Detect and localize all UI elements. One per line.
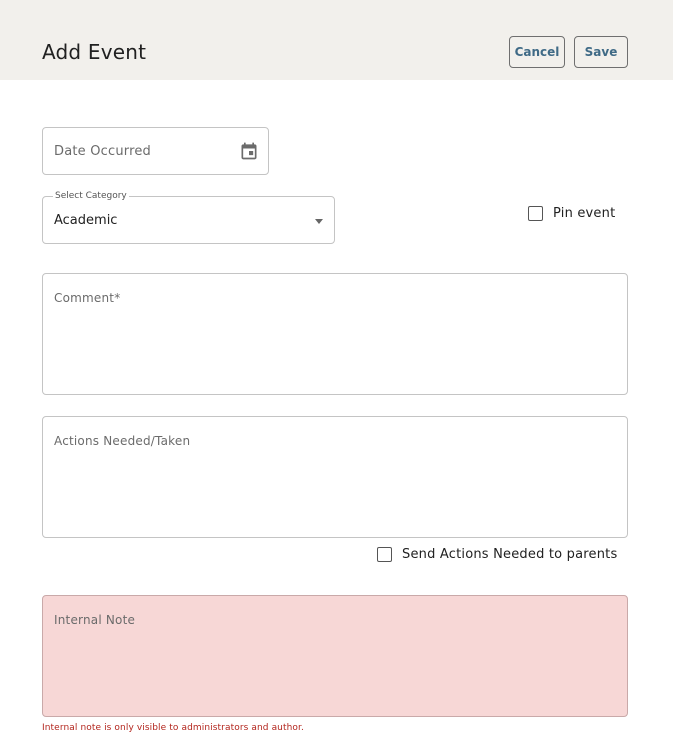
send-to-parents-label: Send Actions Needed to parents — [402, 547, 618, 562]
send-to-parents-checkbox[interactable] — [377, 547, 392, 562]
category-select[interactable]: Select Category Academic — [42, 191, 335, 244]
comment-label: Comment* — [54, 291, 121, 305]
save-button[interactable]: Save — [574, 36, 628, 68]
date-occurred-placeholder: Date Occurred — [54, 144, 151, 159]
internal-note-textarea[interactable]: Internal Note — [42, 595, 628, 717]
dropdown-arrow-icon[interactable] — [315, 219, 323, 224]
actions-textarea[interactable]: Actions Needed/Taken — [42, 416, 628, 538]
send-to-parents-checkbox-row: Send Actions Needed to parents — [377, 547, 617, 562]
internal-note-label: Internal Note — [54, 613, 136, 627]
pin-event-label: Pin event — [553, 206, 616, 221]
comment-textarea[interactable]: Comment* — [42, 273, 628, 395]
category-selected-value: Academic — [54, 213, 118, 228]
add-event-dialog: Add Event Cancel Save Date Occurred Sele… — [0, 0, 673, 744]
calendar-icon[interactable] — [239, 141, 259, 161]
category-select-label: Select Category — [53, 191, 129, 202]
date-occurred-field[interactable]: Date Occurred — [42, 127, 269, 175]
page-title: Add Event — [42, 40, 147, 64]
actions-label: Actions Needed/Taken — [54, 434, 191, 448]
pin-event-checkbox-row: Pin event — [528, 206, 615, 221]
cancel-button[interactable]: Cancel — [509, 36, 565, 68]
internal-note-helper-text: Internal note is only visible to adminis… — [42, 723, 304, 733]
dialog-header: Add Event Cancel Save — [0, 0, 673, 80]
pin-event-checkbox[interactable] — [528, 206, 543, 221]
